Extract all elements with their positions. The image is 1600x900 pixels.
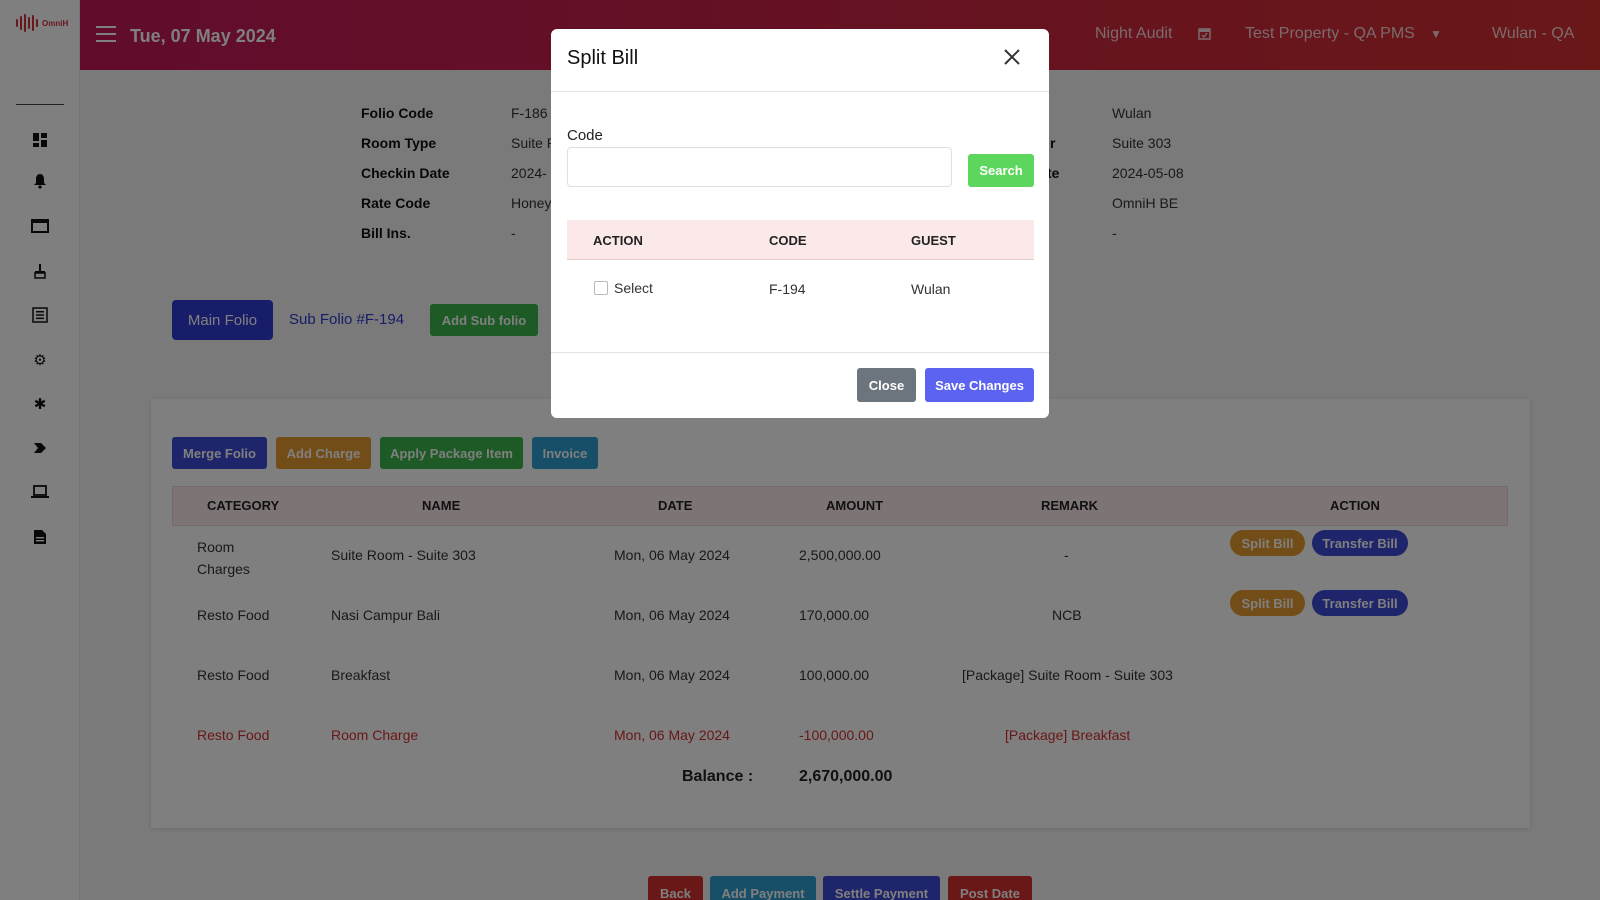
modal-header-divider	[551, 91, 1049, 92]
modal-footer-divider	[551, 352, 1049, 353]
code-input[interactable]	[567, 147, 952, 187]
select-label[interactable]: Select	[614, 280, 653, 296]
close-button[interactable]: Close	[857, 368, 916, 402]
modal-row-code: F-194	[769, 281, 806, 297]
select-checkbox[interactable]	[594, 281, 608, 295]
modal-col-code: CODE	[769, 233, 807, 248]
modal-col-guest: GUEST	[911, 233, 956, 248]
split-bill-modal: Split Bill Code Search ACTION CODE GUEST…	[551, 29, 1049, 418]
save-changes-button[interactable]: Save Changes	[925, 368, 1034, 402]
modal-title: Split Bill	[567, 47, 639, 69]
search-button[interactable]: Search	[968, 154, 1034, 187]
modal-row-guest: Wulan	[911, 281, 951, 297]
code-label: Code	[567, 127, 603, 144]
modal-col-action: ACTION	[593, 233, 643, 248]
close-icon[interactable]	[1003, 47, 1021, 71]
